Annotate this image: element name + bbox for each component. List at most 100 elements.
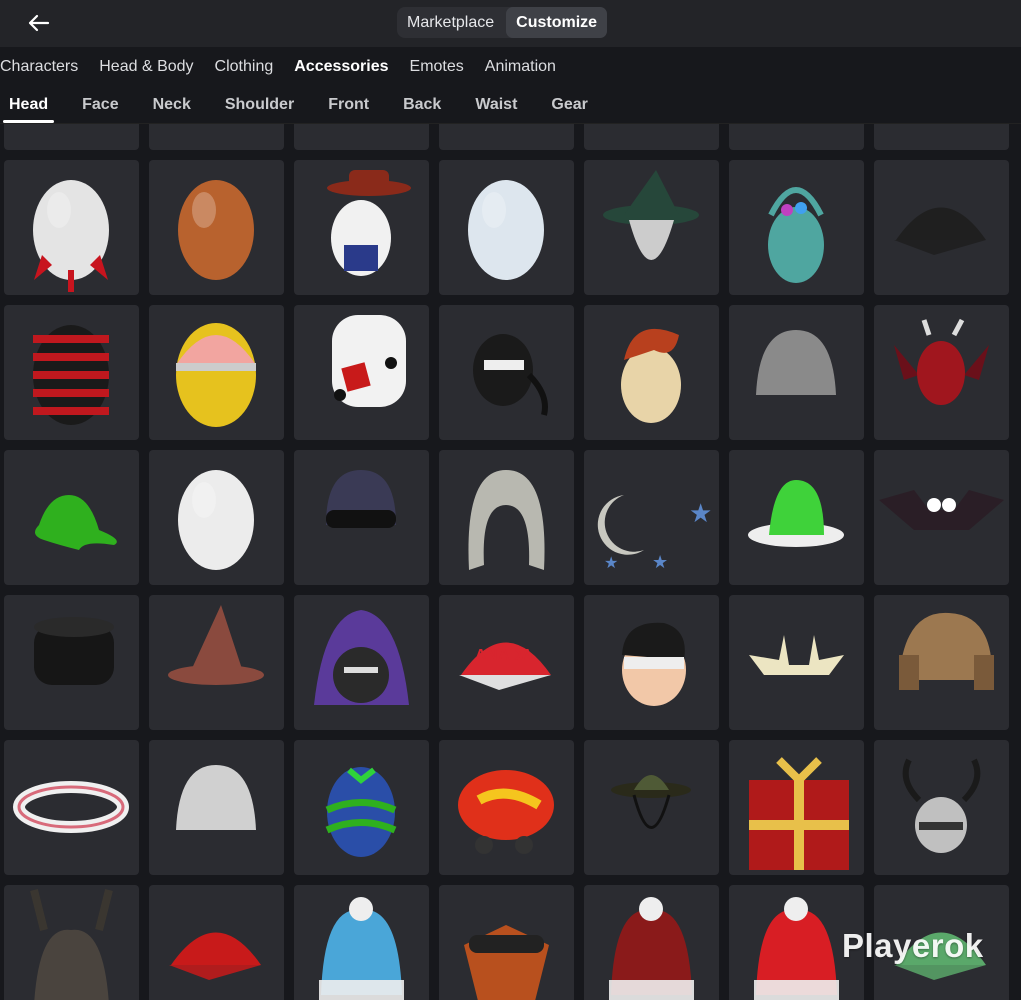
item-tile[interactable] <box>149 124 284 150</box>
item-tile[interactable] <box>439 124 574 150</box>
item-tile[interactable]: ANADA <box>439 595 574 730</box>
snowman-beanie-icon <box>319 897 404 1000</box>
item-tile[interactable] <box>439 160 574 295</box>
item-tile[interactable] <box>294 124 429 150</box>
pink-yellow-egg-icon <box>176 323 256 427</box>
category-clothing[interactable]: Clothing <box>215 58 274 76</box>
item-tile[interactable] <box>4 595 139 730</box>
item-tile[interactable] <box>729 740 864 875</box>
subcategory-shoulder[interactable]: Shoulder <box>225 87 294 123</box>
subcategory-back[interactable]: Back <box>403 87 441 123</box>
painted-egg-icon <box>325 767 397 857</box>
item-tile[interactable] <box>584 595 719 730</box>
item-tile[interactable] <box>294 740 429 875</box>
item-tile[interactable] <box>729 160 864 295</box>
tab-marketplace[interactable]: Marketplace <box>397 7 504 38</box>
item-tile[interactable] <box>874 305 1009 440</box>
flame-helmet-icon <box>458 770 554 854</box>
item-tile[interactable] <box>584 160 719 295</box>
item-tile[interactable] <box>439 885 574 1000</box>
category-accessories[interactable]: Accessories <box>294 58 388 76</box>
subcategory-head[interactable]: Head <box>2 87 55 123</box>
canada-cap-icon: ANADA <box>459 642 551 690</box>
category-emotes[interactable]: Emotes <box>410 58 464 76</box>
item-tile[interactable] <box>729 124 864 150</box>
ninja-mask-icon <box>473 334 548 416</box>
plaid-gift-icon <box>749 757 849 870</box>
item-tile[interactable] <box>729 305 864 440</box>
item-grid-viewport: ★ ★ ★ ANADA <box>0 124 1021 1000</box>
item-tile[interactable] <box>439 305 574 440</box>
item-tile[interactable] <box>439 450 574 585</box>
item-tile[interactable] <box>149 885 284 1000</box>
svg-text:★: ★ <box>652 552 668 573</box>
item-tile[interactable] <box>4 124 139 150</box>
item-tile[interactable] <box>729 595 864 730</box>
item-tile[interactable] <box>149 450 284 585</box>
item-tile[interactable] <box>149 595 284 730</box>
top-bar: Marketplace Customize <box>0 0 1021 47</box>
purple-partial-icon <box>149 124 284 150</box>
tab-customize[interactable]: Customize <box>506 7 608 38</box>
item-tile[interactable] <box>874 740 1009 875</box>
category-head-body[interactable]: Head & Body <box>99 58 193 76</box>
subcategory-waist[interactable]: Waist <box>475 87 517 123</box>
item-tile[interactable]: ★ ★ ★ <box>584 450 719 585</box>
yellow-partial-icon <box>439 124 574 150</box>
item-tile[interactable] <box>4 305 139 440</box>
cowboy-egg-icon <box>327 170 411 276</box>
roblox-beanie-icon <box>609 897 694 1000</box>
category-characters[interactable]: Characters <box>0 58 78 76</box>
item-tile[interactable] <box>294 885 429 1000</box>
item-tile[interactable] <box>4 740 139 875</box>
svg-text:ANADA: ANADA <box>475 647 533 664</box>
item-tile[interactable] <box>4 160 139 295</box>
item-tile[interactable] <box>729 450 864 585</box>
empty-partial-icon <box>294 124 429 150</box>
back-button[interactable] <box>22 8 56 38</box>
dragon-egg-icon <box>894 318 989 405</box>
item-tile[interactable] <box>584 124 719 150</box>
item-tile[interactable] <box>294 305 429 440</box>
watermark: Playerok <box>842 927 984 964</box>
item-tile[interactable] <box>439 740 574 875</box>
item-tile[interactable] <box>584 740 719 875</box>
item-tile[interactable] <box>4 885 139 1000</box>
bat-eyes-icon <box>879 490 1004 530</box>
green-slime-icon <box>35 495 117 550</box>
item-tile[interactable] <box>874 450 1009 585</box>
antlers-icon <box>749 635 844 675</box>
subcategory-gear[interactable]: Gear <box>551 87 587 123</box>
item-tile[interactable] <box>584 305 719 440</box>
plaid-hat-icon <box>326 470 396 528</box>
red-partial-icon <box>584 124 719 150</box>
subcategory-neck[interactable]: Neck <box>153 87 191 123</box>
grey-wig-icon <box>468 470 545 570</box>
item-tile[interactable] <box>874 595 1009 730</box>
item-tile[interactable] <box>4 450 139 585</box>
subcategory-face[interactable]: Face <box>82 87 118 123</box>
dark-helmet-icon <box>30 889 113 1000</box>
item-tile[interactable] <box>874 160 1009 295</box>
item-tile[interactable] <box>294 595 429 730</box>
subcategory-front[interactable]: Front <box>328 87 369 123</box>
black-fur-hat-icon <box>34 617 114 685</box>
dice-head-icon <box>332 315 406 407</box>
item-tile[interactable] <box>149 160 284 295</box>
horned-helmet-icon <box>756 330 836 395</box>
item-grid: ★ ★ ★ ANADA <box>4 124 1009 1000</box>
item-tile[interactable] <box>149 740 284 875</box>
easter-basket-icon <box>768 187 824 283</box>
orange-partial-icon <box>729 124 864 150</box>
category-animation[interactable]: Animation <box>485 58 556 76</box>
item-tile[interactable] <box>584 885 719 1000</box>
item-tile[interactable] <box>149 305 284 440</box>
item-tile[interactable] <box>294 160 429 295</box>
robin-mask-icon <box>622 622 686 706</box>
item-tile[interactable] <box>294 450 429 585</box>
white-egg-icon <box>468 180 544 280</box>
subcategory-tabs: Head Face Neck Shoulder Front Back Waist… <box>0 87 1021 124</box>
moon-stars-icon: ★ ★ ★ <box>597 495 712 573</box>
item-tile[interactable] <box>874 124 1009 150</box>
witch-hat-icon <box>168 605 264 685</box>
